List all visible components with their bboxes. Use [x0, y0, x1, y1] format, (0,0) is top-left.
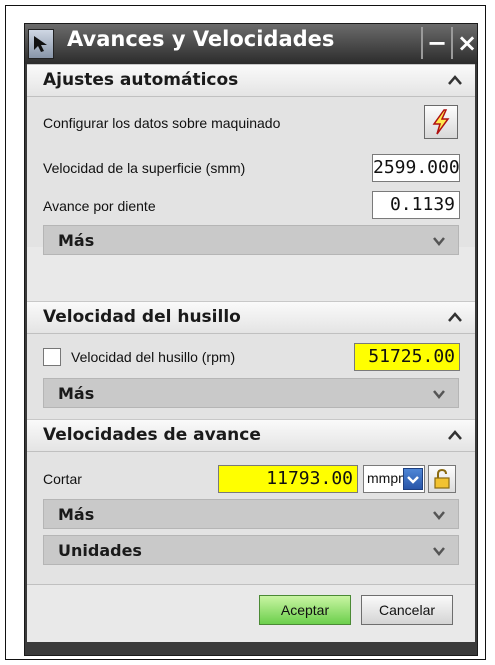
- padlock-icon: [434, 468, 450, 489]
- button-row: Aceptar Cancelar: [27, 584, 475, 642]
- feed-per-tooth-field[interactable]: 0.1139: [372, 191, 460, 219]
- section-title-spindle: Velocidad del husillo: [43, 307, 241, 327]
- chevron-down-icon: [433, 511, 445, 520]
- more-label-feed: Más: [58, 505, 95, 524]
- lightning-icon: [432, 109, 450, 135]
- lock-button[interactable]: [428, 465, 456, 493]
- chevron-down-icon: [433, 547, 445, 556]
- title-bar[interactable]: Avances y Velocidades − ×: [25, 24, 477, 64]
- ok-button[interactable]: Aceptar: [259, 595, 351, 625]
- config-machining-label: Configurar los datos sobre maquinado: [43, 115, 281, 131]
- chevron-down-icon: [433, 390, 445, 399]
- feeds-speeds-dialog: Avances y Velocidades − × Ajustes automá…: [24, 23, 478, 656]
- close-button[interactable]: ×: [451, 27, 481, 59]
- chevron-down-icon: [433, 237, 445, 246]
- window-title: Avances y Velocidades: [67, 27, 335, 51]
- section-content-auto: Configurar los datos sobre maquinado Vel…: [27, 97, 475, 255]
- screenshot-frame: Avances y Velocidades − × Ajustes automá…: [5, 5, 486, 660]
- cancel-button[interactable]: Cancelar: [361, 595, 453, 625]
- more-label-auto: Más: [58, 231, 95, 250]
- arrow-cursor-icon[interactable]: [28, 29, 54, 59]
- section-header-feed[interactable]: Velocidades de avance: [27, 419, 475, 452]
- surface-speed-field[interactable]: 2599.000: [372, 154, 460, 182]
- more-bar-feed[interactable]: Más: [43, 499, 459, 529]
- spindle-rpm-field[interactable]: 51725.00: [354, 343, 460, 371]
- section-title-auto: Ajustes automáticos: [43, 70, 239, 90]
- spindle-rpm-checkbox[interactable]: [43, 348, 61, 366]
- section-header-auto[interactable]: Ajustes automáticos: [27, 64, 475, 97]
- cut-feed-field[interactable]: 11793.00: [218, 465, 358, 493]
- more-bar-spindle[interactable]: Más: [43, 378, 459, 408]
- section-content-feed: Cortar 11793.00 mmpm Más Unidades: [27, 452, 475, 584]
- more-bar-auto[interactable]: Más: [43, 225, 459, 255]
- dropdown-arrow-icon[interactable]: [403, 468, 423, 490]
- unit-select[interactable]: mmpm: [363, 465, 425, 493]
- cut-label: Cortar: [43, 471, 82, 487]
- surface-speed-label: Velocidad de la superficie (smm): [43, 160, 246, 176]
- chevron-up-icon: [448, 312, 462, 322]
- section-content-spindle: Velocidad del husillo (rpm) 51725.00 Más: [27, 334, 475, 419]
- chevron-up-icon: [448, 75, 462, 85]
- units-bar[interactable]: Unidades: [43, 535, 459, 565]
- chevron-up-icon: [448, 430, 462, 440]
- units-label: Unidades: [58, 541, 142, 560]
- spindle-rpm-label: Velocidad del husillo (rpm): [71, 349, 236, 365]
- section-title-feed: Velocidades de avance: [43, 425, 261, 445]
- more-label-spindle: Más: [58, 384, 95, 403]
- section-header-spindle[interactable]: Velocidad del husillo: [27, 301, 475, 334]
- dialog-body: Ajustes automáticos Configurar los datos…: [27, 64, 475, 642]
- feed-per-tooth-label: Avance por diente: [43, 198, 156, 214]
- minimize-button[interactable]: −: [421, 27, 451, 59]
- config-machining-button[interactable]: [424, 105, 458, 139]
